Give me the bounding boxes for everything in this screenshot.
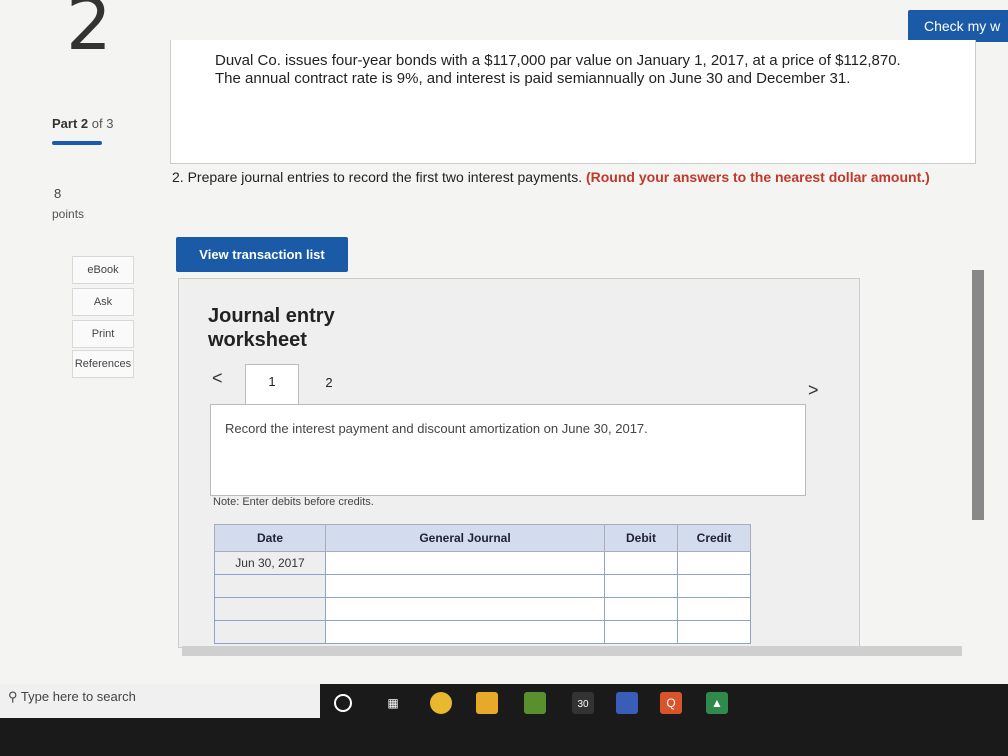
points-label: points xyxy=(52,207,85,221)
part-progress-bar xyxy=(52,141,102,145)
table-row: Jun 30, 2017 xyxy=(214,551,751,575)
problem-text: Duval Co. issues four-year bonds with a … xyxy=(215,52,901,87)
date-cell[interactable] xyxy=(214,597,326,621)
credit-input[interactable] xyxy=(677,620,751,644)
cloud-icon[interactable]: ▲ xyxy=(706,692,728,714)
ebook-button[interactable]: eBook xyxy=(72,256,134,284)
date-cell[interactable] xyxy=(214,620,326,644)
date-cell[interactable] xyxy=(214,574,326,598)
instruction-text: 2. Prepare journal entries to record the… xyxy=(172,169,583,185)
col-date: Date xyxy=(214,524,326,552)
entry-tab-2[interactable]: 2 xyxy=(314,366,344,400)
table-row xyxy=(214,620,751,644)
store-icon[interactable] xyxy=(524,692,546,714)
file-explorer-icon[interactable] xyxy=(476,692,498,714)
app-badge: 30 xyxy=(577,699,589,710)
check-my-work-button[interactable]: Check my w xyxy=(908,10,1008,42)
q-app-icon[interactable]: Q xyxy=(660,692,682,714)
taskbar-search-placeholder: Type here to search xyxy=(20,689,136,704)
credit-input[interactable] xyxy=(677,574,751,598)
ask-button[interactable]: Ask xyxy=(72,288,134,316)
entry-tab-1[interactable]: 1 xyxy=(245,364,299,406)
col-credit: Credit xyxy=(677,524,751,552)
credit-input[interactable] xyxy=(677,597,751,621)
teams-icon[interactable] xyxy=(616,692,638,714)
horizontal-scrollbar[interactable] xyxy=(182,646,962,656)
col-general-journal: General Journal xyxy=(325,524,605,552)
part-indicator: Part 2 of 3 xyxy=(52,116,113,131)
debit-input[interactable] xyxy=(604,597,678,621)
record-instruction-box xyxy=(210,404,806,496)
task-view-icon[interactable]: ▦ xyxy=(382,692,404,714)
chrome-icon[interactable] xyxy=(430,692,452,714)
account-input[interactable] xyxy=(325,620,605,644)
app-icon[interactable]: 30 xyxy=(572,692,594,714)
prev-entry-button[interactable]: < xyxy=(212,368,223,389)
account-input[interactable] xyxy=(325,597,605,621)
references-button[interactable]: References xyxy=(72,350,134,378)
account-input[interactable] xyxy=(325,574,605,598)
part-num: 2 xyxy=(80,116,89,131)
part-suffix: of 3 xyxy=(91,116,114,131)
journal-table: Date General Journal Debit Credit Jun 30… xyxy=(214,524,751,644)
part-prefix: Part xyxy=(52,116,78,131)
record-instruction-text: Record the interest payment and discount… xyxy=(225,421,648,436)
view-transaction-list-button[interactable]: View transaction list xyxy=(176,237,348,272)
table-row xyxy=(214,574,751,598)
points-value: 8 xyxy=(54,186,62,201)
debit-input[interactable] xyxy=(604,620,678,644)
worksheet-title: Journal entry worksheet xyxy=(208,305,335,351)
col-debit: Debit xyxy=(604,524,678,552)
instruction-note: (Round your answers to the nearest dolla… xyxy=(585,169,930,185)
instruction: 2. Prepare journal entries to record the… xyxy=(172,168,992,186)
date-cell[interactable]: Jun 30, 2017 xyxy=(214,551,326,575)
account-input[interactable] xyxy=(325,551,605,575)
debit-input[interactable] xyxy=(604,551,678,575)
question-number: 2 xyxy=(66,0,112,66)
taskbar-search[interactable]: ⚲ Type here to search xyxy=(0,684,320,718)
cortana-icon[interactable] xyxy=(334,694,352,712)
next-entry-button[interactable]: > xyxy=(808,380,819,401)
credit-input[interactable] xyxy=(677,551,751,575)
print-button[interactable]: Print xyxy=(72,320,134,348)
search-icon: ⚲ xyxy=(8,689,18,704)
debit-input[interactable] xyxy=(604,574,678,598)
debit-credit-note: Note: Enter debits before credits. xyxy=(213,496,374,508)
vertical-scrollbar[interactable] xyxy=(972,270,984,520)
table-row xyxy=(214,597,751,621)
